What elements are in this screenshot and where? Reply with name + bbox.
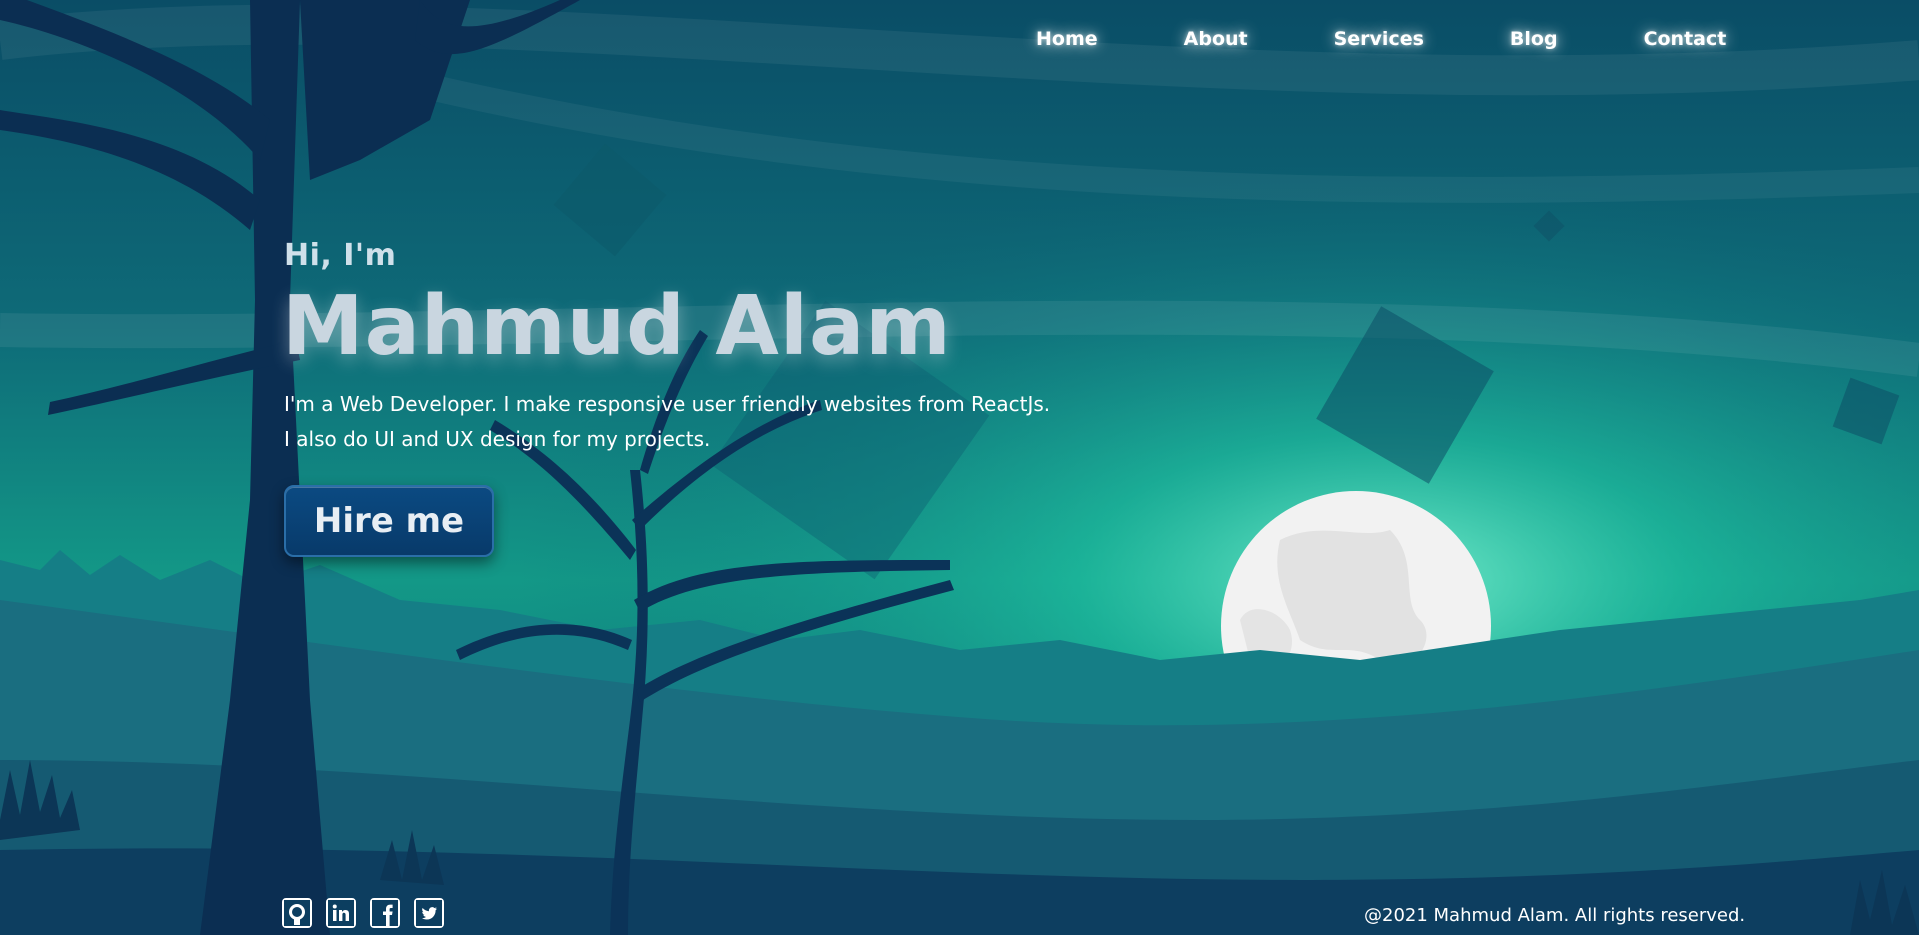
nav-home[interactable]: Home [1036, 28, 1098, 50]
nav-services[interactable]: Services [1334, 28, 1424, 50]
twitter-icon[interactable] [414, 898, 444, 928]
hero-section: Hi, I'm Mahmud Alam I'm a Web Developer.… [282, 238, 1050, 557]
social-links [282, 898, 458, 928]
footer-copyright: @2021 Mahmud Alam. All rights reserved. [1364, 905, 1746, 926]
hero-bio-line2: I also do UI and UX design for my projec… [284, 427, 711, 451]
linkedin-icon[interactable] [326, 898, 356, 928]
hire-me-button[interactable]: Hire me [284, 485, 494, 557]
hero-bio-line1: I'm a Web Developer. I make responsive u… [284, 392, 1051, 416]
hero-bio: I'm a Web Developer. I make responsive u… [284, 387, 1050, 457]
main-nav: Home About Services Blog Contact [1036, 28, 1726, 50]
hero-greeting: Hi, I'm [284, 238, 397, 273]
nav-contact[interactable]: Contact [1644, 28, 1727, 50]
nav-about[interactable]: About [1184, 28, 1248, 50]
facebook-icon[interactable] [370, 898, 400, 928]
github-icon[interactable] [282, 898, 312, 928]
hero-name: Mahmud Alam [282, 279, 952, 374]
nav-blog[interactable]: Blog [1510, 28, 1558, 50]
